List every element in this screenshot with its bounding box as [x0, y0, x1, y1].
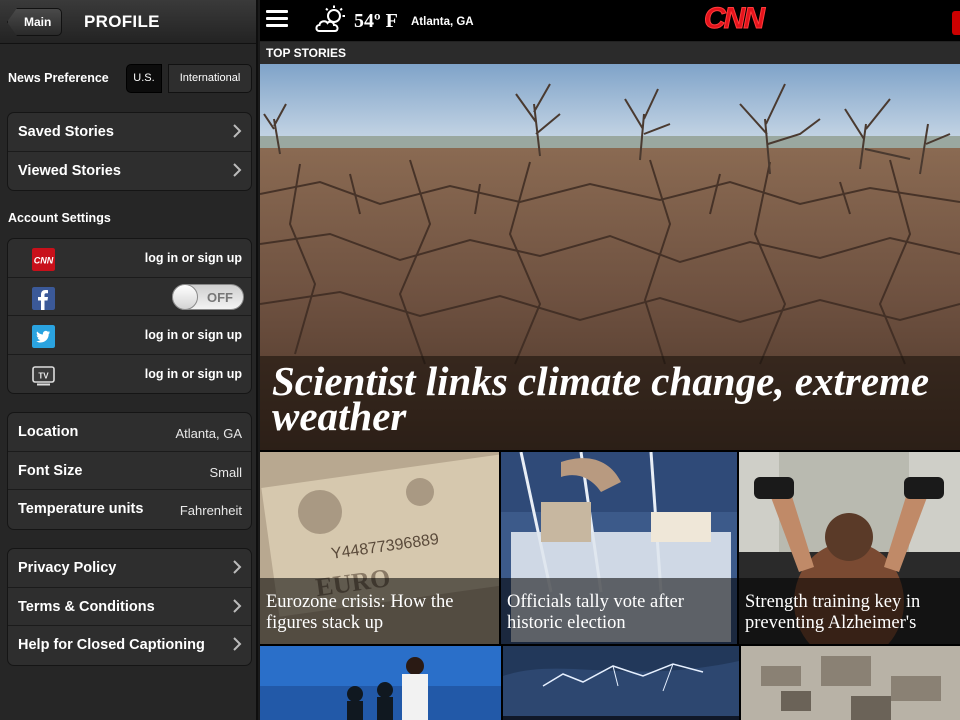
closed-captioning-help-label: Help for Closed Captioning [18, 637, 205, 653]
twitter-account-row[interactable]: log in or sign up [8, 316, 251, 355]
info-group: Privacy Policy Terms & Conditions Help f… [7, 548, 252, 666]
privacy-policy-row[interactable]: Privacy Policy [8, 549, 251, 588]
temperature-units-label: Temperature units [18, 501, 144, 517]
toggle-state-text: OFF [207, 289, 233, 305]
location-row[interactable]: Location Atlanta, GA [8, 413, 251, 452]
cnn-account-row[interactable]: CNN log in or sign up [8, 239, 251, 278]
story-image [503, 646, 739, 720]
story-tile[interactable]: Officials tally vote after historic elec… [501, 452, 737, 644]
twitter-login-link[interactable]: log in or sign up [145, 328, 242, 342]
news-preference-row: News Preference U.S. International [8, 64, 252, 94]
cnn-login-link[interactable]: log in or sign up [145, 251, 242, 265]
weather-city: Atlanta, GA [411, 16, 474, 28]
chevron-right-icon [233, 124, 242, 138]
closed-captioning-help-row[interactable]: Help for Closed Captioning [8, 626, 251, 665]
privacy-policy-label: Privacy Policy [18, 560, 117, 576]
chevron-right-icon [233, 560, 242, 574]
font-size-label: Font Size [18, 462, 83, 479]
news-pref-us-option[interactable]: U.S. [126, 64, 162, 93]
hero-story[interactable]: Scientist links climate change, extreme … [260, 64, 960, 450]
facebook-toggle[interactable]: OFF [172, 283, 244, 310]
svg-text:TV: TV [38, 371, 49, 380]
font-size-row[interactable]: Font Size Small [8, 452, 251, 490]
story-tile[interactable] [260, 646, 501, 720]
temperature-readout: 54º F [354, 10, 398, 32]
hero-headline[interactable]: Scientist links climate change, extreme … [272, 361, 952, 437]
story-tile[interactable] [741, 646, 960, 720]
chevron-right-icon [233, 598, 242, 613]
temperature-units-row[interactable]: Temperature units Fahrenheit [8, 490, 251, 529]
story-caption[interactable]: Officials tally vote after historic elec… [507, 592, 735, 634]
profile-sidebar: Main PROFILE News Preference U.S. Intern… [0, 0, 258, 720]
main-back-button[interactable]: Main [7, 8, 63, 36]
facebook-account-row: OFF [8, 278, 251, 316]
preferences-group: Location Atlanta, GA Font Size Small Tem… [7, 412, 252, 530]
tv-account-row[interactable]: TV log in or sign up [8, 355, 251, 394]
font-size-value: Small [209, 464, 242, 480]
stories-group: Saved Stories Viewed Stories [7, 112, 252, 191]
toggle-knob [172, 283, 198, 310]
cnn-icon: CNN [32, 248, 55, 271]
tv-icon: TV [32, 365, 55, 385]
story-caption[interactable]: Eurozone crisis: How the figures stack u… [266, 592, 494, 634]
story-tile[interactable] [503, 646, 739, 720]
svg-text:CNN: CNN [34, 256, 54, 266]
cnn-logo[interactable]: CNN [704, 2, 766, 36]
viewed-stories-label: Viewed Stories [18, 162, 121, 179]
story-caption[interactable]: Strength training key in preventing Alzh… [745, 592, 957, 634]
top-stories-label: TOP STORIES [266, 46, 347, 60]
account-settings-group: CNN log in or sign up OFF log in or sign… [7, 238, 252, 394]
account-settings-heading: Account Settings [8, 211, 111, 225]
temperature-units-value: Fahrenheit [179, 503, 242, 518]
news-preference-label: News Preference [8, 71, 109, 85]
terms-conditions-label: Terms & Conditions [18, 598, 155, 615]
partly-cloudy-icon [315, 5, 345, 32]
saved-stories-row[interactable]: Saved Stories [8, 113, 251, 152]
story-image [741, 646, 960, 720]
sidebar-header: Main PROFILE [0, 0, 256, 44]
viewed-stories-row[interactable]: Viewed Stories [8, 152, 251, 191]
saved-stories-label: Saved Stories [18, 124, 114, 140]
terms-conditions-row[interactable]: Terms & Conditions [8, 588, 251, 626]
twitter-icon [32, 325, 55, 348]
edge-tab[interactable] [952, 11, 960, 35]
facebook-icon [32, 286, 55, 310]
tv-login-link[interactable]: log in or sign up [145, 367, 242, 381]
top-stories-bar: TOP STORIES [260, 42, 960, 64]
menu-icon[interactable] [266, 10, 288, 30]
chevron-right-icon [233, 637, 242, 651]
chevron-right-icon [233, 162, 242, 177]
location-value: Atlanta, GA [175, 426, 242, 441]
news-pref-international-option[interactable]: International [168, 64, 252, 93]
story-tile[interactable]: Y44877396889 EURO Eurozone crisis: How t… [260, 452, 499, 644]
top-bar: 54º F Atlanta, GA CNN [260, 0, 960, 42]
main-content: 54º F Atlanta, GA CNN TOP STORIES Scient… [260, 0, 960, 720]
sidebar-title: PROFILE [84, 12, 160, 31]
story-tile[interactable]: Strength training key in preventing Alzh… [739, 452, 960, 644]
location-label: Location [18, 424, 79, 440]
story-image [260, 646, 501, 720]
